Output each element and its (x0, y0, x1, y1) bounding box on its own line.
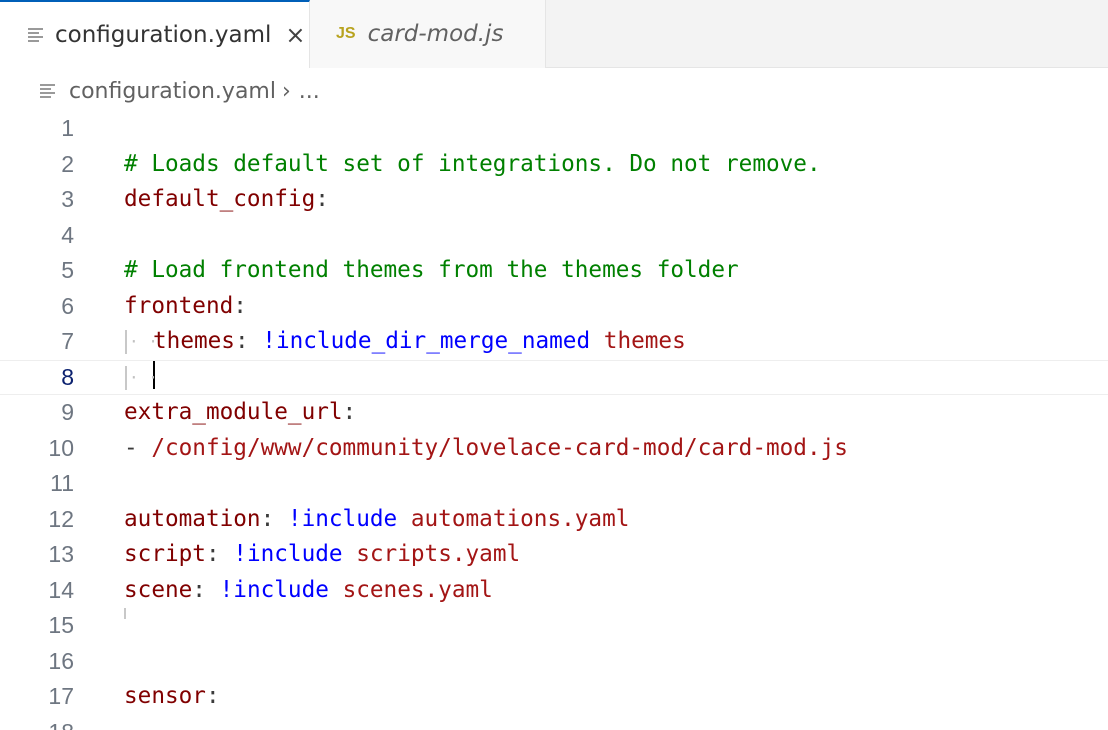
code-line[interactable]: 16 (0, 644, 1108, 680)
line-number: 15 (48, 612, 74, 638)
breadcrumb-ellipsis[interactable]: ... (299, 79, 320, 104)
breadcrumb: configuration.yaml › ... (40, 72, 320, 110)
tab-card-mod-js[interactable]: JS card-mod.js (310, 0, 546, 68)
close-icon[interactable]: × (285, 23, 305, 47)
line-number: 5 (61, 257, 74, 283)
file-lines-icon (40, 83, 56, 99)
code-content: automation: !include automations.yaml (124, 502, 629, 538)
js-file-icon: JS (336, 25, 356, 42)
token-tag: !include (219, 576, 329, 603)
token-punct: : (342, 399, 357, 425)
tab-configuration-yaml[interactable]: configuration.yaml × (0, 0, 310, 68)
indent-whitespace-marker (124, 324, 158, 359)
token-key: sensor (124, 683, 206, 709)
token-key: automation (124, 505, 261, 532)
line-number: 13 (48, 541, 74, 567)
line-number: 1 (61, 115, 74, 141)
token-punct: : (205, 541, 234, 567)
token-str: automations.yaml (397, 505, 630, 532)
token-key: themes (153, 328, 235, 354)
token-comment: # Loads default set of integrations. Do … (124, 150, 821, 177)
code-content: frontend: (124, 289, 247, 325)
breadcrumb-file[interactable]: configuration.yaml (69, 79, 276, 104)
line-number: 6 (61, 292, 74, 319)
token-tag: !include_dir_merge_named (262, 328, 591, 354)
line-number: 17 (48, 683, 74, 709)
code-line[interactable]: 17 sensor: (0, 679, 1108, 715)
code-content: scene: !include scenes.yaml (124, 573, 493, 609)
token-punct: : (260, 505, 288, 532)
code-line[interactable]: 5 # Load frontend themes from the themes … (0, 253, 1108, 289)
token-str: themes (590, 328, 686, 354)
code-line[interactable]: 13 script: !include scripts.yaml (0, 537, 1108, 573)
code-content: themes: !include_dir_merge_named themes (124, 324, 686, 360)
token-punct: : (233, 292, 247, 319)
line-number: 11 (50, 470, 74, 496)
code-content: extra_module_url: (124, 395, 356, 431)
line-number: 8 (61, 363, 74, 390)
code-line[interactable]: 18 (0, 715, 1108, 730)
line-number: 16 (48, 647, 74, 674)
code-line[interactable]: 14 scene: !include scenes.yaml (0, 573, 1108, 609)
line-number: 18 (0, 715, 74, 730)
code-line[interactable]: 15 (0, 608, 1108, 644)
code-line[interactable]: 7 themes: !include_dir_merge_named themes (0, 324, 1108, 360)
code-content: # Loads default set of integrations. Do … (124, 147, 821, 183)
line-number: 10 (48, 434, 74, 461)
code-content: sensor: (124, 679, 220, 715)
token-key: default_config (124, 186, 316, 212)
line-number: 9 (61, 399, 74, 425)
line-number: 4 (61, 221, 74, 248)
token-key: extra_module_url (124, 399, 343, 425)
token-tag: !include (233, 541, 343, 567)
code-content: - /config/www/community/lovelace-card-mo… (124, 431, 848, 467)
token-punct: : (315, 186, 329, 212)
token-dash: - (124, 434, 152, 461)
code-content (124, 360, 158, 396)
token-punct: : (192, 576, 220, 603)
token-str: /config/www/community/lovelace-card-mod/… (151, 434, 848, 461)
token-str: scenes.yaml (328, 576, 493, 603)
code-line[interactable]: 9 extra_module_url: (0, 395, 1108, 431)
line-number: 14 (48, 576, 74, 603)
code-editor[interactable]: 1 2 # Loads default set of integrations. D… (0, 111, 1108, 730)
token-str: scripts.yaml (342, 541, 521, 567)
token-punct: : (234, 328, 263, 354)
line-number: 2 (61, 150, 74, 177)
code-line[interactable]: 6 frontend: (0, 289, 1108, 325)
code-line[interactable]: 3 default_config: (0, 182, 1108, 218)
line-number: 7 (61, 328, 74, 354)
token-punct: : (205, 683, 220, 709)
code-content: # Load frontend themes from the themes f… (124, 253, 739, 289)
tab-label: configuration.yaml (55, 22, 272, 48)
line-number: 3 (61, 186, 74, 212)
code-line[interactable]: 11 (0, 466, 1108, 502)
code-content: script: !include scripts.yaml (124, 537, 520, 573)
code-line[interactable]: 10 - /config/www/community/lovelace-card-… (0, 431, 1108, 467)
chevron-right-icon: › (281, 78, 291, 104)
token-key: frontend (124, 292, 234, 319)
token-tag: !include (287, 505, 398, 532)
tab-label: card-mod.js (367, 21, 504, 47)
code-content: default_config: (124, 182, 329, 218)
token-key: script (124, 541, 206, 567)
file-lines-icon (28, 27, 44, 43)
editor-tab-bar: configuration.yaml × JS card-mod.js (0, 0, 1108, 68)
code-line[interactable]: 8 (0, 360, 1108, 396)
code-line[interactable]: 1 (0, 111, 1108, 147)
code-line[interactable]: 2 # Loads default set of integrations. Do… (0, 147, 1108, 183)
code-line[interactable]: 12 automation: !include automations.yaml (0, 502, 1108, 538)
indent-guide (124, 608, 126, 619)
code-line[interactable]: 4 (0, 218, 1108, 254)
line-number: 12 (48, 505, 74, 532)
token-key: scene (124, 576, 193, 603)
indent-whitespace-marker (124, 360, 158, 395)
token-comment: # Load frontend themes from the themes f… (124, 257, 739, 283)
